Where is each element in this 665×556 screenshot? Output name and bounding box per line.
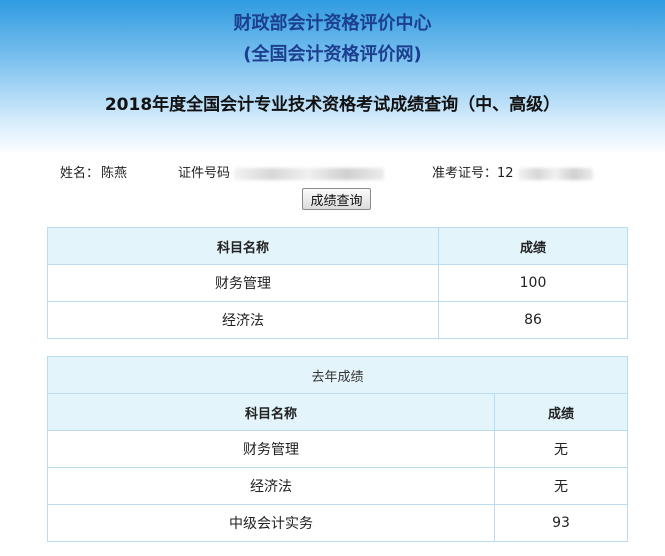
score-cell: 无 xyxy=(493,467,629,505)
subject-cell: 经济法 xyxy=(47,301,439,339)
exam-value-prefix: 12 xyxy=(497,166,514,181)
candidate-id: 证件号码 xyxy=(178,162,385,181)
table-row: 财务管理 无 xyxy=(47,430,629,468)
table-row: 经济法 86 xyxy=(47,301,628,339)
table-header-row: 科目名称 成绩 xyxy=(47,227,628,265)
table-row: 中级会计实务 93 xyxy=(47,504,629,542)
table-row: 财务管理 100 xyxy=(47,264,628,302)
score-cell: 无 xyxy=(493,430,629,468)
current-scores-table: 科目名称 成绩 财务管理 100 经济法 86 xyxy=(47,227,628,339)
page-title: 2018年度全国会计专业技术资格考试成绩查询（中、高级） xyxy=(104,95,561,115)
candidate-name: 姓名： 陈燕 xyxy=(60,162,127,181)
last-year-scores-table: 去年成绩 科目名称 成绩 财务管理 无 经济法 无 中级会计实务 93 xyxy=(46,356,629,542)
column-header-score: 成绩 xyxy=(438,227,628,265)
score-cell: 100 xyxy=(438,264,628,302)
id-value-redacted xyxy=(234,167,385,180)
query-scores-button[interactable]: 成绩查询 xyxy=(302,188,371,210)
table-row: 经济法 无 xyxy=(47,467,629,505)
column-header-score: 成绩 xyxy=(493,393,629,431)
exam-value-redacted xyxy=(517,167,593,180)
org-name: 财政部会计资格评价中心 xyxy=(233,13,432,34)
table-header-row: 科目名称 成绩 xyxy=(47,393,629,431)
score-cell: 86 xyxy=(438,301,628,339)
id-label: 证件号码 xyxy=(178,166,231,181)
column-header-subject: 科目名称 xyxy=(47,393,495,431)
subject-cell: 中级会计实务 xyxy=(47,504,495,542)
subject-cell: 经济法 xyxy=(47,467,495,505)
last-year-caption: 去年成绩 xyxy=(46,356,629,394)
table-caption-row: 去年成绩 xyxy=(46,356,629,394)
candidate-exam-number: 准考证号：12 xyxy=(432,162,593,181)
org-site-name: (全国会计资格评价网) xyxy=(243,44,422,65)
exam-label: 准考证号： xyxy=(432,166,498,181)
column-header-subject: 科目名称 xyxy=(47,227,439,265)
subject-cell: 财务管理 xyxy=(47,430,495,468)
name-label: 姓名： xyxy=(60,166,100,181)
score-cell: 93 xyxy=(493,504,629,542)
subject-cell: 财务管理 xyxy=(47,264,439,302)
name-value: 陈燕 xyxy=(101,166,128,181)
